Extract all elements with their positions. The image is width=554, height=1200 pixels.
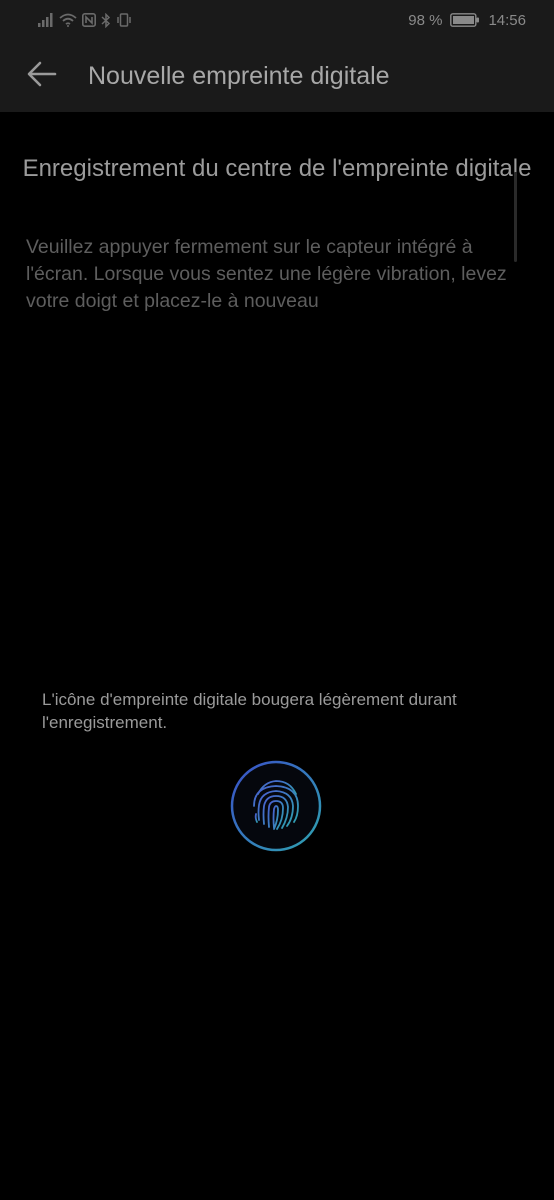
- signal-icon: [38, 13, 54, 27]
- fingerprint-sensor[interactable]: [230, 760, 322, 852]
- wifi-icon: [59, 13, 77, 27]
- scrollbar[interactable]: [514, 172, 517, 262]
- hint-text: L'icône d'empreinte digitale bougera lég…: [42, 690, 457, 732]
- battery-icon: [450, 13, 480, 27]
- status-icons-right: 98 % 14:56: [408, 10, 526, 30]
- section-heading: Enregistrement du centre de l'empreinte …: [22, 155, 532, 182]
- nfc-icon: [82, 13, 96, 27]
- status-icons-left: [38, 10, 132, 30]
- battery-percent: 98 %: [408, 11, 443, 29]
- instructions-scroll-area[interactable]: Enregistrement du centre de l'empreinte …: [0, 112, 554, 312]
- page-title: Nouvelle empreinte digitale: [88, 62, 390, 90]
- enrollment-content: Enregistrement du centre de l'empreinte …: [0, 112, 554, 1200]
- app-bar: Nouvelle empreinte digitale: [0, 40, 554, 112]
- bluetooth-icon: [101, 12, 111, 28]
- clock: 14:56: [488, 11, 526, 29]
- instructions-text: Veuillez appuyer fermement sur le capteu…: [26, 236, 507, 312]
- fingerprint-icon: [230, 760, 322, 852]
- arrow-left-icon: [27, 61, 57, 92]
- vibrate-icon: [116, 13, 132, 27]
- status-bar: 98 % 14:56: [0, 0, 554, 40]
- back-button[interactable]: [22, 56, 62, 96]
